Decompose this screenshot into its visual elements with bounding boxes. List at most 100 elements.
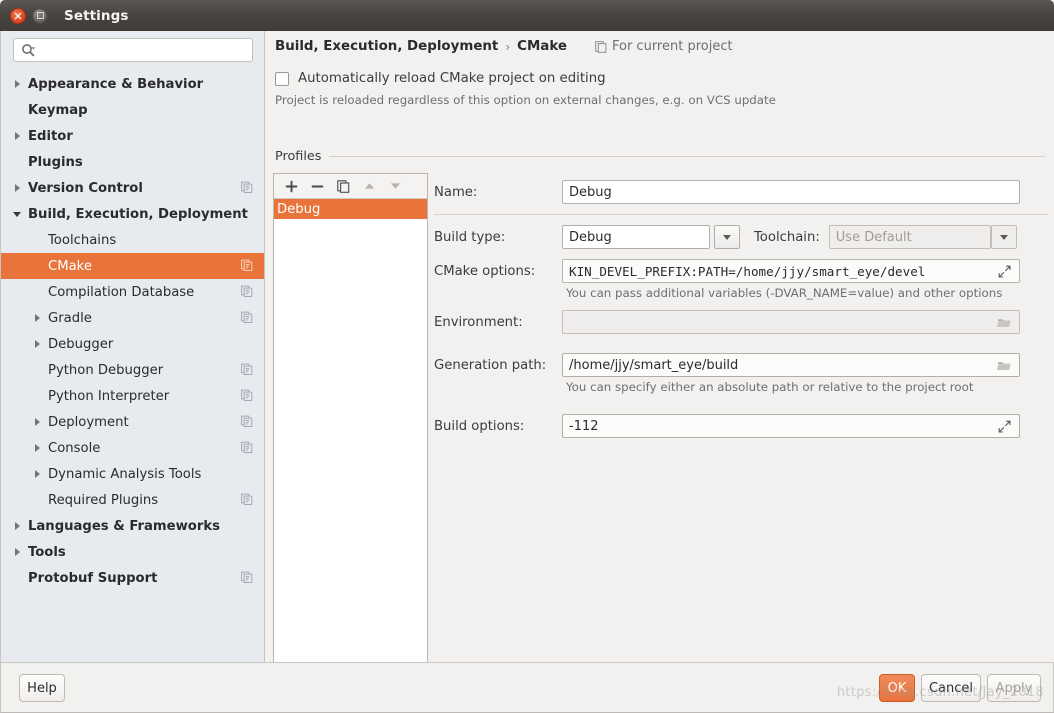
auto-reload-checkbox[interactable] (275, 71, 289, 86)
cmake-settings-panel: Build, Execution, Deployment › CMake For… (266, 31, 1054, 662)
sidebar-item-required-plugins[interactable]: Required Plugins (1, 487, 264, 513)
window-body: Appearance & Behavior Keymap Editor Plugins… (0, 31, 1054, 713)
chevron-right-icon[interactable] (31, 461, 43, 487)
generation-path-input[interactable]: /home/jjy/smart_eye/build (562, 353, 1020, 377)
folder-icon[interactable] (995, 359, 1013, 372)
cmake-options-input[interactable]: KIN_DEVEL_PREFIX:PATH=/home/jjy/smart_ey… (562, 259, 1020, 283)
chevron-down-icon[interactable] (11, 201, 23, 227)
build-type-row: Build type: Debug Toolchain: Use Default (434, 225, 1017, 249)
profiles-list[interactable]: Debug (274, 199, 427, 219)
build-type-input[interactable]: Debug (562, 225, 710, 249)
triangle-glyph (13, 211, 21, 217)
triangle-glyph (34, 418, 40, 426)
chevron-right-icon[interactable] (31, 435, 43, 461)
triangle-glyph (34, 470, 40, 478)
sidebar-item-tools[interactable]: Tools (1, 539, 264, 565)
toolchain-dropdown-button[interactable] (990, 225, 1017, 249)
sidebar-item-gradle[interactable]: Gradle (1, 305, 264, 331)
sidebar-item-appearance-behavior[interactable]: Appearance & Behavior (1, 71, 264, 97)
build-type-dropdown-button[interactable] (714, 225, 740, 249)
folder-icon[interactable] (995, 316, 1013, 329)
toolchain-input[interactable]: Use Default (828, 225, 991, 249)
breadcrumb-parent[interactable]: Build, Execution, Deployment (275, 39, 498, 54)
environment-input[interactable] (562, 310, 1020, 334)
copy-icon (241, 179, 253, 198)
sidebar-item-languages-frameworks[interactable]: Languages & Frameworks (1, 513, 264, 539)
cancel-button[interactable]: Cancel (921, 674, 981, 702)
environment-row: Environment: (434, 310, 1020, 334)
help-button[interactable]: Help (19, 674, 65, 702)
chevron-right-icon[interactable] (31, 331, 43, 357)
sidebar-item-label: Tools (28, 544, 66, 560)
chevron-right-icon[interactable] (11, 175, 23, 201)
search-input[interactable] (13, 38, 253, 62)
sidebar-item-console[interactable]: Console (1, 435, 264, 461)
sidebar-item-keymap[interactable]: Keymap (1, 97, 264, 123)
sidebar-item-label: Required Plugins (48, 492, 159, 508)
build-options-label: Build options: (434, 418, 525, 434)
move-up-button[interactable] (361, 178, 377, 194)
copy-icon (241, 413, 253, 432)
chevron-right-icon[interactable] (11, 513, 23, 539)
project-scope: For current project (595, 39, 733, 54)
copy-icon (241, 491, 253, 510)
sidebar-item-label: Languages & Frameworks (28, 518, 220, 534)
expand-icon[interactable] (995, 265, 1013, 278)
sidebar-item-editor[interactable]: Editor (1, 123, 264, 149)
sidebar-item-python-debugger[interactable]: Python Debugger (1, 357, 264, 383)
toolchain-label: Toolchain: (754, 229, 820, 245)
settings-tree[interactable]: Appearance & Behavior Keymap Editor Plugins… (1, 71, 264, 591)
apply-button[interactable]: Apply (987, 674, 1041, 702)
move-down-button[interactable] (387, 178, 403, 194)
copy-icon (241, 387, 253, 406)
auto-reload-label: Automatically reload CMake project on ed… (298, 71, 606, 86)
sidebar-item-label: Version Control (28, 180, 143, 196)
section-divider (329, 156, 1045, 157)
remove-profile-button[interactable] (309, 178, 325, 194)
maximize-icon[interactable] (32, 7, 48, 24)
triangle-glyph (34, 340, 40, 348)
build-options-row: Build options: -112 (434, 414, 1020, 438)
expand-icon[interactable] (995, 420, 1013, 433)
chevron-right-icon[interactable] (11, 539, 23, 565)
sidebar-item-label: Python Debugger (48, 362, 164, 378)
profile-list-item[interactable]: Debug (274, 199, 427, 219)
name-label: Name: (434, 184, 478, 200)
sidebar-item-version-control[interactable]: Version Control (1, 175, 264, 201)
sidebar-item-label: Compilation Database (48, 284, 195, 300)
sidebar-item-label: Deployment (48, 414, 129, 430)
add-profile-button[interactable] (283, 178, 299, 194)
triangle-glyph (14, 80, 20, 88)
sidebar-item-plugins[interactable]: Plugins (1, 149, 264, 175)
sidebar-item-protobuf-support[interactable]: Protobuf Support (1, 565, 264, 591)
sidebar-item-cmake[interactable]: CMake (1, 253, 264, 279)
profiles-list-panel: Debug (273, 173, 428, 662)
sidebar-item-label: Build, Execution, Deployment (28, 206, 248, 222)
chevron-right-icon[interactable] (31, 305, 43, 331)
sidebar-item-dynamic-analysis-tools[interactable]: Dynamic Analysis Tools (1, 461, 264, 487)
sidebar-item-python-interpreter[interactable]: Python Interpreter (1, 383, 264, 409)
sidebar-item-deployment[interactable]: Deployment (1, 409, 264, 435)
ok-button[interactable]: OK (879, 674, 915, 702)
sidebar-item-toolchains[interactable]: Toolchains (1, 227, 264, 253)
name-input[interactable]: Debug (562, 180, 1020, 204)
chevron-right-icon[interactable] (31, 409, 43, 435)
close-icon[interactable] (10, 7, 26, 24)
chevron-right-icon[interactable] (11, 123, 23, 149)
sidebar-item-debugger[interactable]: Debugger (1, 331, 264, 357)
build-options-input[interactable]: -112 (562, 414, 1020, 438)
triangle-glyph (14, 522, 20, 530)
name-row: Name: Debug (434, 180, 1020, 204)
sidebar-item-label: Console (48, 440, 101, 456)
copy-icon (241, 361, 253, 380)
sidebar-item-label: Keymap (28, 102, 88, 118)
copy-profile-button[interactable] (335, 178, 351, 194)
sidebar-item-compilation-database[interactable]: Compilation Database (1, 279, 264, 305)
cmake-options-row: CMake options: KIN_DEVEL_PREFIX:PATH=/ho… (434, 259, 1020, 283)
sidebar-item-build-execution-deployment[interactable]: Build, Execution, Deployment (1, 201, 264, 227)
title-bar: Settings (0, 0, 1054, 31)
chevron-right-icon[interactable] (11, 71, 23, 97)
auto-reload-row[interactable]: Automatically reload CMake project on ed… (275, 71, 606, 86)
